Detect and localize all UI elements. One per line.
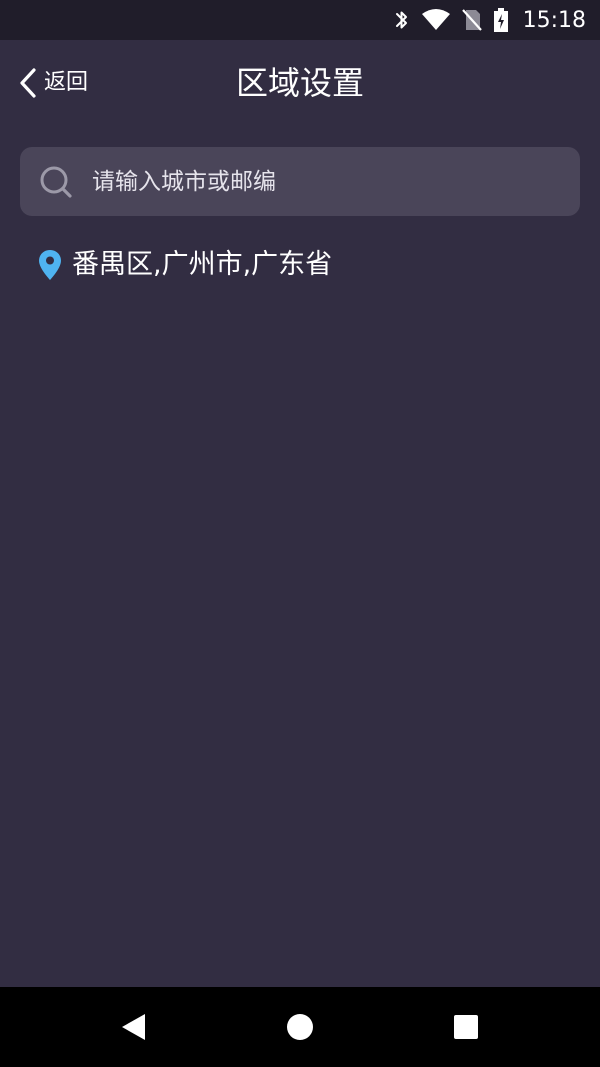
bluetooth-icon [395,11,407,29]
search-bar[interactable] [20,147,580,216]
back-triangle-icon [122,1014,145,1040]
back-button[interactable]: 返回 [18,66,88,100]
status-bar: 15:18 [0,0,600,40]
back-label: 返回 [44,70,89,95]
search-icon [40,166,72,198]
recents-square-icon [454,1015,478,1039]
no-sim-icon [461,9,482,31]
map-pin-icon [39,250,61,280]
nav-recents-button[interactable] [446,1007,486,1047]
location-text: 番禺区,广州市,广东省 [72,249,333,280]
home-circle-icon [287,1014,313,1040]
current-location-item[interactable]: 番禺区,广州市,广东省 [38,244,332,286]
search-input[interactable] [92,147,562,216]
wifi-icon [421,9,450,30]
status-icons: 15:18 [393,0,586,40]
battery-charging-icon [493,8,508,32]
nav-back-button[interactable] [113,1007,153,1047]
status-time: 15:18 [522,7,586,33]
nav-home-button[interactable] [280,1007,320,1047]
page-title: 区域设置 [235,64,364,102]
app-header: 返回 区域设置 [0,40,600,126]
chevron-left-icon [20,68,36,98]
navigation-bar [0,987,600,1067]
